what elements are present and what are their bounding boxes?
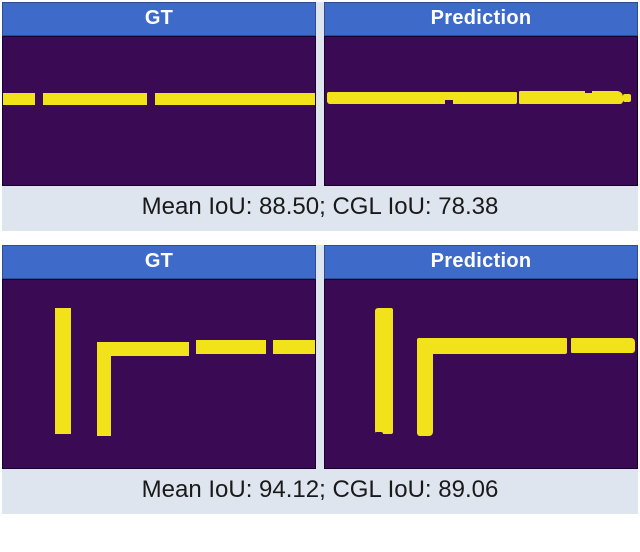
panel-row: GT Prediction: [2, 245, 638, 469]
metrics-caption: Mean IoU: 88.50; CGL IoU: 78.38: [2, 186, 638, 231]
comparison-block-1: GT Prediction Mean IoU: 88.50; CGL IoU: …: [2, 2, 638, 231]
prediction-header: Prediction: [324, 245, 638, 279]
mask-noise: [445, 100, 453, 104]
gt-mask-viz: [2, 36, 316, 186]
prediction-mask-viz: [324, 36, 638, 186]
mask-segment: [417, 338, 567, 354]
prediction-mask-viz: [324, 279, 638, 469]
prediction-column: Prediction: [324, 2, 638, 186]
mask-segment: [375, 308, 393, 434]
gt-mask-viz: [2, 279, 316, 469]
mask-segment: [3, 93, 35, 105]
mask-segment: [97, 342, 111, 436]
mask-segment: [599, 97, 617, 102]
mask-segment: [196, 340, 266, 354]
mask-segment: [571, 338, 635, 353]
mask-segment: [417, 340, 433, 436]
mask-segment: [55, 308, 71, 434]
mask-segment: [327, 92, 517, 104]
gt-header: GT: [2, 245, 316, 279]
mask-noise: [585, 90, 592, 93]
gt-column: GT: [2, 2, 316, 186]
metrics-caption: Mean IoU: 94.12; CGL IoU: 89.06: [2, 469, 638, 514]
mask-segment: [623, 94, 631, 102]
panel-row: GT Prediction: [2, 2, 638, 186]
prediction-header: Prediction: [324, 2, 638, 36]
gt-header: GT: [2, 2, 316, 36]
prediction-column: Prediction: [324, 245, 638, 469]
gt-column: GT: [2, 245, 316, 469]
mask-segment: [43, 93, 147, 105]
mask-segment: [273, 340, 315, 354]
mask-segment: [97, 342, 189, 356]
mask-segment: [155, 93, 315, 105]
comparison-block-2: GT Prediction Mean IoU: 94.12; CGL IoU: …: [2, 245, 638, 514]
block-spacer: [0, 233, 640, 243]
mask-noise: [375, 432, 383, 438]
